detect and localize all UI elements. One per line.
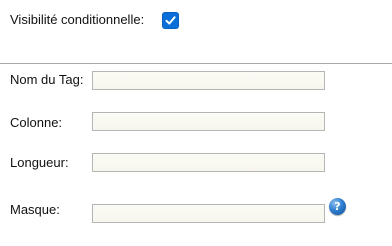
section-divider [0,63,392,64]
conditional-visibility-label: Visibilité conditionnelle: [10,12,145,27]
tag-name-input[interactable] [92,71,325,90]
mask-label: Masque: [10,202,60,217]
length-label: Longueur: [10,155,69,170]
checkmark-icon [165,16,176,25]
mask-input[interactable] [92,204,325,223]
column-label: Colonne: [10,115,63,130]
length-input[interactable] [92,153,325,172]
help-icon[interactable]: ? [329,198,346,215]
conditional-visibility-checkbox[interactable] [162,12,179,29]
tag-name-label: Nom du Tag: [10,72,84,87]
column-input[interactable] [92,112,325,131]
